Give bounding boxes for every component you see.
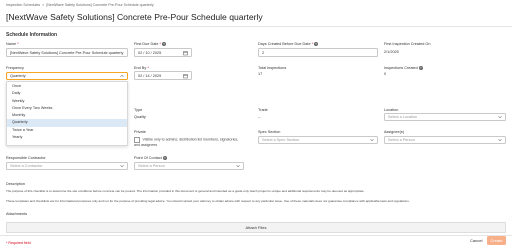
frequency-option[interactable]: Weekly xyxy=(7,98,127,105)
section-title: Schedule Information xyxy=(6,32,58,38)
first-due-date-label: First Due Date *? xyxy=(134,42,167,46)
chevron-down-icon xyxy=(370,138,374,142)
chevron-down-icon xyxy=(498,115,502,119)
header-divider xyxy=(0,26,512,27)
end-by-label: End By * xyxy=(134,66,149,70)
first-inspection-created-label: First Inspection Created On xyxy=(384,42,431,46)
frequency-option[interactable]: Once Every Two Weeks xyxy=(7,105,127,112)
frequency-option-selected[interactable]: Quarterly xyxy=(7,119,127,127)
description-line-2: These templates and checklists are for i… xyxy=(6,199,410,203)
days-created-before-label: Days Created Before Due Date *? xyxy=(258,42,319,46)
inspections-created-value: 0 xyxy=(384,72,387,76)
help-icon[interactable]: ? xyxy=(314,42,319,46)
chevron-down-icon xyxy=(120,164,124,168)
private-label: Private xyxy=(134,130,146,134)
help-icon[interactable]: ? xyxy=(162,42,167,46)
assignees-select[interactable]: Select a Person xyxy=(384,136,506,144)
help-icon[interactable]: ? xyxy=(418,66,423,70)
attachments-label: Attachments xyxy=(6,212,28,216)
breadcrumb-current: [NextWave Safety Solutions] Concrete Pre… xyxy=(46,3,154,7)
description-line-1: The purpose of this checklist is to dete… xyxy=(6,189,365,193)
frequency-dropdown-menu: Once Daily Weekly Once Every Two Weeks M… xyxy=(6,81,128,146)
name-input[interactable]: [NextWave Safety Solutions] Concrete Pre… xyxy=(6,48,128,57)
frequency-option[interactable]: Twice a Year xyxy=(7,127,127,134)
cancel-button[interactable]: Cancel xyxy=(470,238,482,243)
end-by-input[interactable]: 02 / 14 / 2029 xyxy=(134,71,192,80)
first-inspection-created-value: 2/1/2025 xyxy=(384,50,399,54)
breadcrumb-separator: > xyxy=(42,3,45,7)
days-created-before-input[interactable]: 2 xyxy=(258,48,378,57)
spec-section-label: Spec Section xyxy=(258,130,281,134)
name-label: Name * xyxy=(6,42,19,46)
frequency-option[interactable]: Once xyxy=(7,83,127,90)
responsible-contractor-select[interactable]: Select a Contractor xyxy=(6,162,128,170)
trade-label: Trade xyxy=(258,108,268,112)
frequency-option[interactable]: Monthly xyxy=(7,112,127,119)
type-value: Quality xyxy=(134,115,146,119)
calendar-icon[interactable] xyxy=(183,73,188,78)
breadcrumb: Inspection Schedules > [NextWave Safety So… xyxy=(6,3,154,7)
location-select[interactable]: Select a Location xyxy=(384,113,506,121)
frequency-select[interactable]: Quarterly xyxy=(6,72,128,80)
location-label: Location xyxy=(384,108,399,112)
private-option[interactable]: Visible only to admins, distribution lis… xyxy=(134,137,244,147)
description-label: Description xyxy=(6,182,25,186)
breadcrumb-parent-link[interactable]: Inspection Schedules xyxy=(6,3,40,7)
type-label: Type xyxy=(134,108,143,112)
help-icon[interactable]: ? xyxy=(162,156,167,160)
chevron-down-icon xyxy=(498,138,502,142)
required-field-note: * Required field xyxy=(6,241,31,245)
frequency-option[interactable]: Yearly xyxy=(7,134,127,141)
create-button[interactable]: Create xyxy=(487,236,506,245)
point-of-contact-label: Point Of Contact? xyxy=(134,156,167,160)
trade-value: -- xyxy=(258,115,261,119)
first-due-date-input[interactable]: 02 / 10 / 2025 xyxy=(134,48,192,57)
total-inspections-label: Total Inspections xyxy=(258,66,287,70)
frequency-option[interactable]: Daily xyxy=(7,90,127,97)
attach-files-button[interactable]: Attach Files xyxy=(6,222,506,233)
frequency-label: Frequency xyxy=(6,66,24,70)
inspections-created-label: Inspections Created? xyxy=(384,66,423,70)
responsible-contractor-label: Responsible Contractor xyxy=(6,156,46,160)
chevron-up-icon xyxy=(120,74,124,78)
calendar-icon[interactable] xyxy=(183,50,188,55)
total-inspections-value: 17 xyxy=(258,72,263,76)
point-of-contact-select[interactable]: Select a Person xyxy=(134,162,244,170)
spec-section-select[interactable]: Select a Spec Section xyxy=(258,136,378,144)
footer-divider xyxy=(0,235,512,236)
page-title: [NextWave Safety Solutions] Concrete Pre… xyxy=(6,12,263,22)
chevron-down-icon xyxy=(236,164,240,168)
assignees-label: Assignee(s) xyxy=(384,130,405,134)
private-text: Visible only to admins, distribution lis… xyxy=(134,137,239,147)
